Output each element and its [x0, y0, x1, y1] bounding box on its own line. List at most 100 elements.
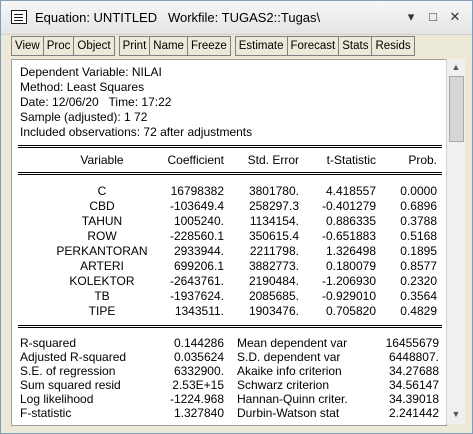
table-cell: 16798382 — [170, 184, 224, 198]
table-cell: 0.2320 — [400, 274, 437, 288]
resids-button[interactable]: Resids — [371, 36, 415, 56]
stat-label: R-squared — [20, 336, 77, 350]
minimize-icon[interactable]: ▾ — [403, 9, 419, 25]
method: Method: Least Squares — [20, 80, 145, 94]
stat-value: -1224.968 — [169, 392, 224, 406]
stat-label: Hannan-Quinn criter. — [237, 392, 348, 406]
stat-value: 0.035624 — [173, 350, 224, 364]
stat-value: 6332900. — [173, 364, 224, 378]
stat-label: Mean dependent var — [237, 336, 348, 350]
table-cell: 3801780. — [248, 184, 299, 198]
table-cell: -0.929010 — [321, 289, 376, 303]
table-cell: ARTERI — [80, 259, 124, 273]
table-cell: KOLEKTOR — [69, 274, 135, 288]
stat-value: 1.327840 — [173, 406, 224, 420]
table-cell: 3882773. — [248, 259, 299, 273]
scroll-up-icon[interactable]: ▲ — [447, 59, 465, 76]
table-cell: 0.4829 — [400, 304, 437, 318]
table-cell: 1005240. — [173, 214, 224, 228]
forecast-button[interactable]: Forecast — [286, 36, 340, 56]
table-cell: -0.401279 — [321, 199, 376, 213]
header-rule — [18, 172, 442, 175]
table-cell: 1903476. — [248, 304, 299, 318]
col-header-std-error: Std. Error — [247, 153, 299, 167]
stat-label: Durbin-Watson stat — [237, 406, 340, 420]
window-menu-icon[interactable] — [11, 10, 27, 24]
vertical-scrollbar[interactable]: ▲ ▼ — [446, 59, 465, 424]
table-cell: -1937624. — [169, 289, 224, 303]
table-cell: -228560.1 — [169, 229, 224, 243]
table-cell: 1343511. — [174, 304, 224, 318]
stats-button[interactable]: Stats — [338, 36, 373, 56]
table-cell: 2933944. — [173, 244, 224, 258]
table-cell: 0.6896 — [400, 199, 437, 213]
stat-label: S.E. of regression — [20, 364, 116, 378]
object-button[interactable]: Object — [73, 36, 115, 56]
stats-rule — [18, 325, 442, 328]
col-header-t-statistic: t-Statistic — [326, 153, 376, 167]
table-cell: -1.206930 — [321, 274, 376, 288]
table-cell: 1.326498 — [325, 244, 376, 258]
table-cell: CBD — [89, 199, 115, 213]
stat-value: 2.53E+15 — [172, 378, 224, 392]
estimation-output: Dependent Variable: NILAI Method: Least … — [11, 59, 447, 426]
stat-value: 2.241442 — [388, 406, 439, 420]
table-cell: 0.1895 — [400, 244, 437, 258]
table-cell: TB — [94, 289, 110, 303]
dependent-variable: Dependent Variable: NILAI — [20, 65, 162, 79]
title-bar[interactable]: Equation: UNTITLED Workfile: TUGAS2::Tug… — [1, 1, 472, 35]
table-cell: 350615.4 — [248, 229, 299, 243]
table-cell: C — [97, 184, 107, 198]
table-cell: 258297.3 — [248, 199, 299, 213]
table-cell: TIPE — [88, 304, 116, 318]
stat-value: 34.56147 — [388, 378, 439, 392]
toolbar: View Proc Object Print Name Freeze Estim… — [11, 36, 415, 56]
window-title: Equation: UNTITLED Workfile: TUGAS2::Tug… — [35, 10, 321, 25]
stat-value: 6448807. — [388, 350, 439, 364]
table-cell: 0.705820 — [325, 304, 376, 318]
table-cell: 1134154. — [249, 214, 299, 228]
stat-value: 0.144286 — [173, 336, 224, 350]
equation-window: Equation: UNTITLED Workfile: TUGAS2::Tug… — [0, 0, 473, 434]
stat-label: Sum squared resid — [20, 378, 121, 392]
table-cell: 0.8577 — [400, 259, 437, 273]
stat-value: 16455679 — [385, 336, 439, 350]
name-button[interactable]: Name — [149, 36, 188, 56]
table-cell: 2190484. — [248, 274, 299, 288]
table-cell: -0.651883 — [321, 229, 376, 243]
table-cell: 2211798. — [249, 244, 299, 258]
table-top-rule — [18, 145, 442, 148]
table-cell: PERKANTORAN — [56, 244, 148, 258]
close-icon[interactable]: ✕ — [447, 9, 463, 25]
stat-value: 34.39018 — [388, 392, 439, 406]
view-button[interactable]: View — [11, 36, 44, 56]
col-header-prob: Prob. — [408, 153, 437, 167]
print-button[interactable]: Print — [118, 36, 151, 56]
table-cell: ROW — [87, 229, 117, 243]
table-cell: TAHUN — [81, 214, 123, 228]
maximize-icon[interactable]: □ — [425, 9, 441, 25]
sample: Sample (adjusted): 1 72 — [20, 110, 148, 124]
stat-label: Schwarz criterion — [237, 378, 330, 392]
stat-label: Akaike info criterion — [237, 364, 342, 378]
freeze-button[interactable]: Freeze — [186, 36, 231, 56]
col-header-variable: Variable — [80, 153, 124, 167]
table-cell: 4.418557 — [325, 184, 376, 198]
stat-label: F-statistic — [20, 406, 72, 420]
table-cell: 0.886335 — [325, 214, 376, 228]
table-cell: -2643761. — [169, 274, 224, 288]
date-time: Date: 12/06/20 Time: 17:22 — [20, 95, 172, 109]
scroll-thumb[interactable] — [449, 76, 464, 142]
col-header-coefficient: Coefficient — [167, 153, 224, 167]
table-cell: 0.5168 — [400, 229, 437, 243]
proc-button[interactable]: Proc — [42, 36, 75, 56]
scroll-down-icon[interactable]: ▼ — [447, 406, 465, 423]
stat-value: 34.27688 — [388, 364, 439, 378]
estimate-button[interactable]: Estimate — [234, 36, 288, 56]
stat-label: S.D. dependent var — [237, 350, 341, 364]
table-cell: 2085685. — [248, 289, 299, 303]
table-cell: 0.0000 — [400, 184, 437, 198]
observations: Included observations: 72 after adjustme… — [20, 125, 253, 139]
table-cell: 0.180079 — [325, 259, 376, 273]
table-cell: 0.3564 — [400, 289, 437, 303]
